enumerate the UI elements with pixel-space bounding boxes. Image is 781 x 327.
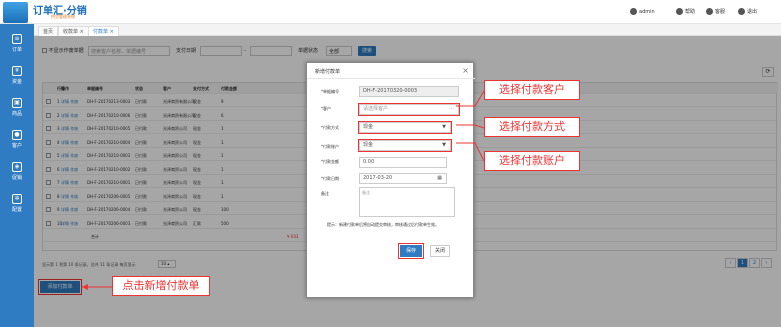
callout-add: 点击新增付款单 [112,276,210,296]
callout-account: 选择付款账户 [484,151,580,171]
arrow-account [456,142,485,162]
arrow-add-head [82,284,88,290]
arrow-customer [456,90,485,107]
callout-customer: 选择付款客户 [484,80,580,100]
callout-method: 选择付款方式 [484,117,580,137]
arrow-method [456,124,485,129]
